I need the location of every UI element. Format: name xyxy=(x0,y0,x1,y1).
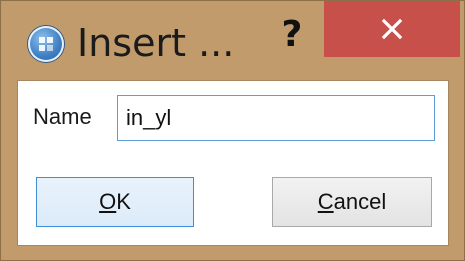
name-input[interactable] xyxy=(117,95,435,141)
cancel-button[interactable]: Cancel xyxy=(272,177,432,227)
window-title: Insert ... xyxy=(77,21,235,65)
title-bar[interactable]: Insert ... ? xyxy=(1,1,464,79)
app-icon xyxy=(28,26,64,62)
close-button[interactable] xyxy=(324,1,460,57)
help-button[interactable]: ? xyxy=(272,11,312,59)
dialog-body: Name OK Cancel xyxy=(17,80,449,246)
close-icon xyxy=(381,18,403,40)
ok-button[interactable]: OK xyxy=(36,177,194,227)
insert-dialog: Insert ... ? Name OK Cancel xyxy=(0,0,465,261)
name-label: Name xyxy=(33,104,92,129)
